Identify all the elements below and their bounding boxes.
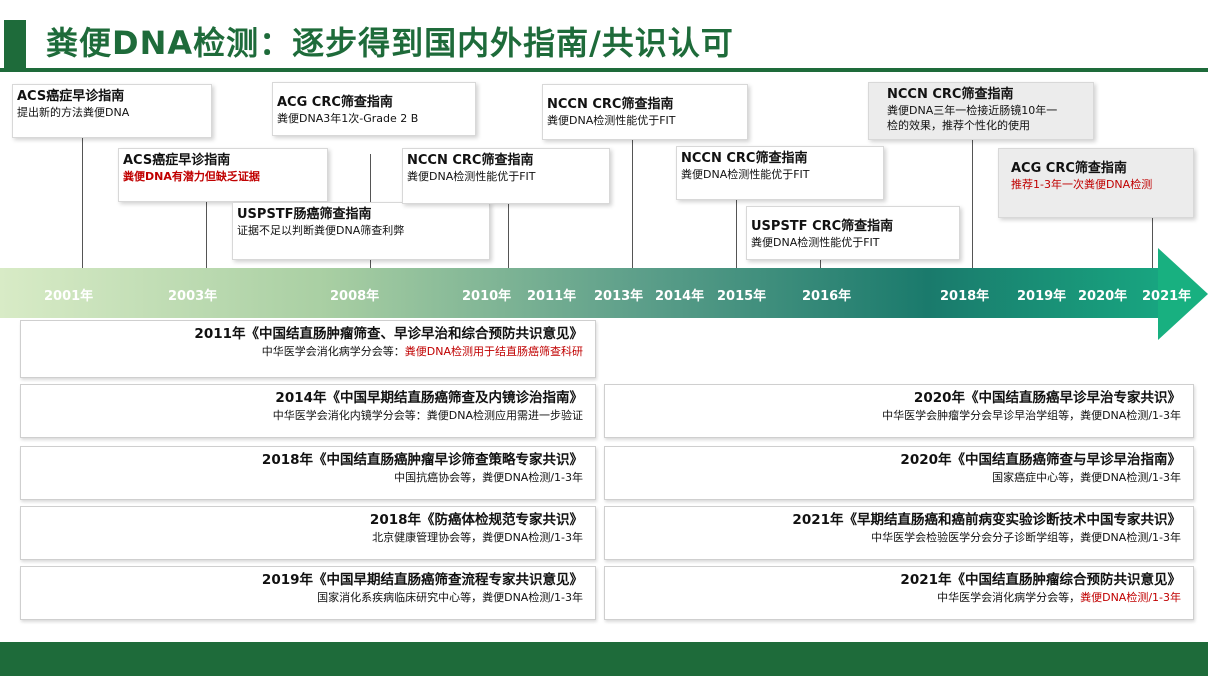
guideline-org: 中国抗癌协会等，粪便DNA检测/1-3年	[394, 471, 583, 484]
event-desc: 粪便DNA检测性能优于FIT	[547, 114, 676, 127]
timeline-year: 2018年	[940, 289, 990, 304]
guideline-card-2021b: 2021年《中国结直肠肿瘤综合预防共识意见》 中华医学会消化病学分会等，粪便DN…	[604, 566, 1194, 620]
guideline-card-2021a: 2021年《早期结直肠癌和癌前病变实验诊断技术中国专家共识》 中华医学会检验医学…	[604, 506, 1194, 560]
timeline-year: 2014年	[655, 289, 705, 304]
event-card-acs-2001: ACS癌症早诊指南 提出新的方法粪便DNA	[12, 84, 212, 138]
event-title: NCCN CRC筛查指南	[681, 151, 808, 166]
event-card-nccn-2018: NCCN CRC筛查指南 粪便DNA三年一检接近肠镜10年一 检的效果，推荐个性…	[868, 82, 1094, 140]
event-desc: 推荐1-3年一次粪便DNA检测	[1011, 178, 1153, 191]
page-title: 粪便DNA检测：逐步得到国内外指南/共识认可	[46, 24, 734, 62]
guideline-card-2014: 2014年《中国早期结直肠癌筛查及内镜诊治指南》 中华医学会消化内镜学分会等：粪…	[20, 384, 596, 438]
event-title: NCCN CRC筛查指南	[547, 97, 674, 112]
connector-line	[736, 200, 737, 272]
bottom-bar	[0, 642, 1208, 676]
guideline-title: 2021年《中国结直肠肿瘤综合预防共识意见》	[900, 572, 1181, 588]
connector-line	[972, 140, 973, 272]
guideline-title: 2020年《中国结直肠癌早诊早治专家共识》	[913, 390, 1181, 406]
event-desc: 粪便DNA三年一检接近肠镜10年一	[887, 104, 1058, 117]
event-desc: 粪便DNA检测性能优于FIT	[407, 170, 536, 183]
connector-line	[82, 138, 83, 272]
connector-line	[508, 204, 509, 272]
event-desc: 粪便DNA有潜力但缺乏证据	[123, 170, 260, 183]
timeline-year: 2008年	[330, 289, 380, 304]
event-card-uspstf-2016: USPSTF CRC筛查指南 粪便DNA检测性能优于FIT	[746, 206, 960, 260]
guideline-title: 2014年《中国早期结直肠癌筛查及内镜诊治指南》	[275, 390, 583, 406]
event-card-acg-2008: ACG CRC筛查指南 粪便DNA3年1次-Grade 2 B	[272, 82, 476, 136]
title-accent-bar	[4, 20, 26, 68]
guideline-title: 2020年《中国结直肠癌筛查与早诊早治指南》	[900, 452, 1181, 468]
guideline-org: 中华医学会消化病学分会等：	[261, 345, 405, 358]
guideline-card-2018b: 2018年《防癌体检规范专家共识》 北京健康管理协会等，粪便DNA检测/1-3年	[20, 506, 596, 560]
timeline-year: 2013年	[594, 289, 644, 304]
guideline-highlight: 粪便DNA检测/1-3年	[1080, 591, 1181, 604]
timeline-year: 2003年	[168, 289, 218, 304]
event-desc: 粪便DNA检测性能优于FIT	[681, 168, 810, 181]
event-card-acs-2003: ACS癌症早诊指南 粪便DNA有潜力但缺乏证据	[118, 148, 328, 202]
timeline-year: 2001年	[44, 289, 94, 304]
event-desc: 粪便DNA3年1次-Grade 2 B	[277, 112, 419, 125]
timeline-year: 2021年	[1142, 289, 1192, 304]
event-title: ACS癌症早诊指南	[123, 153, 231, 168]
timeline-year: 2010年	[462, 289, 512, 304]
connector-line	[632, 140, 633, 272]
guideline-org: 中华医学会消化内镜学分会等：粪便DNA检测应用需进一步验证	[272, 409, 583, 422]
event-card-nccn-2015: NCCN CRC筛查指南 粪便DNA检测性能优于FIT	[676, 146, 884, 200]
event-title: USPSTF CRC筛查指南	[751, 219, 894, 234]
guideline-org: 国家癌症中心等，粪便DNA检测/1-3年	[992, 471, 1181, 484]
event-card-nccn-2010: NCCN CRC筛查指南 粪便DNA检测性能优于FIT	[402, 148, 610, 204]
guideline-org: 中华医学会肿瘤学分会早诊早治学组等，粪便DNA检测/1-3年	[882, 409, 1181, 422]
event-card-nccn-2013: NCCN CRC筛查指南 粪便DNA检测性能优于FIT	[542, 84, 748, 140]
connector-line	[1152, 218, 1153, 272]
timeline-year: 2016年	[802, 289, 852, 304]
event-title: NCCN CRC筛查指南	[407, 153, 534, 168]
event-title: NCCN CRC筛查指南	[887, 87, 1014, 102]
event-desc: 粪便DNA检测性能优于FIT	[751, 236, 880, 249]
guideline-org: 中华医学会消化病学分会等，	[937, 591, 1081, 604]
guideline-card-2020a: 2020年《中国结直肠癌早诊早治专家共识》 中华医学会肿瘤学分会早诊早治学组等，…	[604, 384, 1194, 438]
event-desc: 证据不足以判断粪便DNA筛查利弊	[237, 224, 405, 237]
connector-line	[206, 202, 207, 272]
event-title: ACS癌症早诊指南	[17, 89, 125, 104]
event-card-uspstf-2008: USPSTF肠癌筛查指南 证据不足以判断粪便DNA筛查利弊	[232, 202, 490, 260]
event-title: ACG CRC筛查指南	[277, 95, 393, 110]
guideline-title: 2018年《防癌体检规范专家共识》	[369, 512, 583, 528]
guideline-org: 中华医学会检验医学分会分子诊断学组等，粪便DNA检测/1-3年	[871, 531, 1181, 544]
guideline-card-2018a: 2018年《中国结直肠癌肿瘤早诊筛查策略专家共识》 中国抗癌协会等，粪便DNA检…	[20, 446, 596, 500]
guideline-title: 2011年《中国结直肠肿瘤筛查、早诊早治和综合预防共识意见》	[194, 326, 583, 342]
guideline-card-2011: 2011年《中国结直肠肿瘤筛查、早诊早治和综合预防共识意见》 中华医学会消化病学…	[20, 320, 596, 378]
guideline-title: 2018年《中国结直肠癌肿瘤早诊筛查策略专家共识》	[261, 452, 583, 468]
title-divider	[0, 68, 1208, 72]
guideline-org: 国家消化系疾病临床研究中心等，粪便DNA检测/1-3年	[317, 591, 583, 604]
guideline-card-2019: 2019年《中国早期结直肠癌筛查流程专家共识意见》 国家消化系疾病临床研究中心等…	[20, 566, 596, 620]
event-card-acg-2021: ACG CRC筛查指南 推荐1-3年一次粪便DNA检测	[998, 148, 1194, 218]
event-title: USPSTF肠癌筛查指南	[237, 207, 372, 222]
guideline-org: 北京健康管理协会等，粪便DNA检测/1-3年	[372, 531, 583, 544]
guideline-title: 2021年《早期结直肠癌和癌前病变实验诊断技术中国专家共识》	[792, 512, 1181, 528]
timeline-year: 2020年	[1078, 289, 1128, 304]
timeline-year: 2019年	[1017, 289, 1067, 304]
event-desc: 检的效果，推荐个性化的使用	[887, 119, 1030, 132]
event-desc: 提出新的方法粪便DNA	[17, 106, 130, 119]
guideline-highlight: 粪便DNA检测用于结直肠癌筛查科研	[404, 345, 583, 358]
guideline-card-2020b: 2020年《中国结直肠癌筛查与早诊早治指南》 国家癌症中心等，粪便DNA检测/1…	[604, 446, 1194, 500]
timeline-year: 2015年	[717, 289, 767, 304]
guideline-title: 2019年《中国早期结直肠癌筛查流程专家共识意见》	[261, 572, 583, 588]
event-title: ACG CRC筛查指南	[1011, 161, 1127, 176]
timeline-year: 2011年	[527, 289, 577, 304]
